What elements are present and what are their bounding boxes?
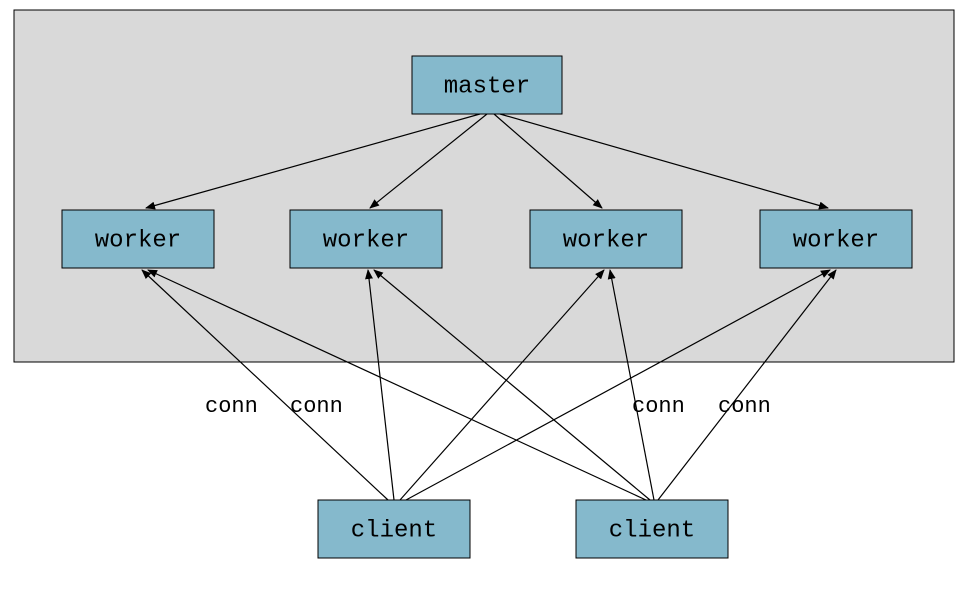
worker-node: worker [760,210,912,268]
master-node: master [412,56,562,114]
edge-label: conn [290,394,343,419]
edge-label: conn [718,394,771,419]
worker-label: worker [95,227,181,254]
client-node: client [576,500,728,558]
worker-label: worker [563,227,649,254]
client-node: client [318,500,470,558]
architecture-diagram: master worker worker worker worker clien… [0,0,971,607]
worker-label: worker [323,227,409,254]
worker-node: worker [290,210,442,268]
worker-label: worker [793,227,879,254]
edge-label: conn [205,394,258,419]
edge-label: conn [632,394,685,419]
master-label: master [444,73,530,100]
worker-node: worker [62,210,214,268]
client-label: client [609,517,695,544]
client-label: client [351,517,437,544]
worker-node: worker [530,210,682,268]
